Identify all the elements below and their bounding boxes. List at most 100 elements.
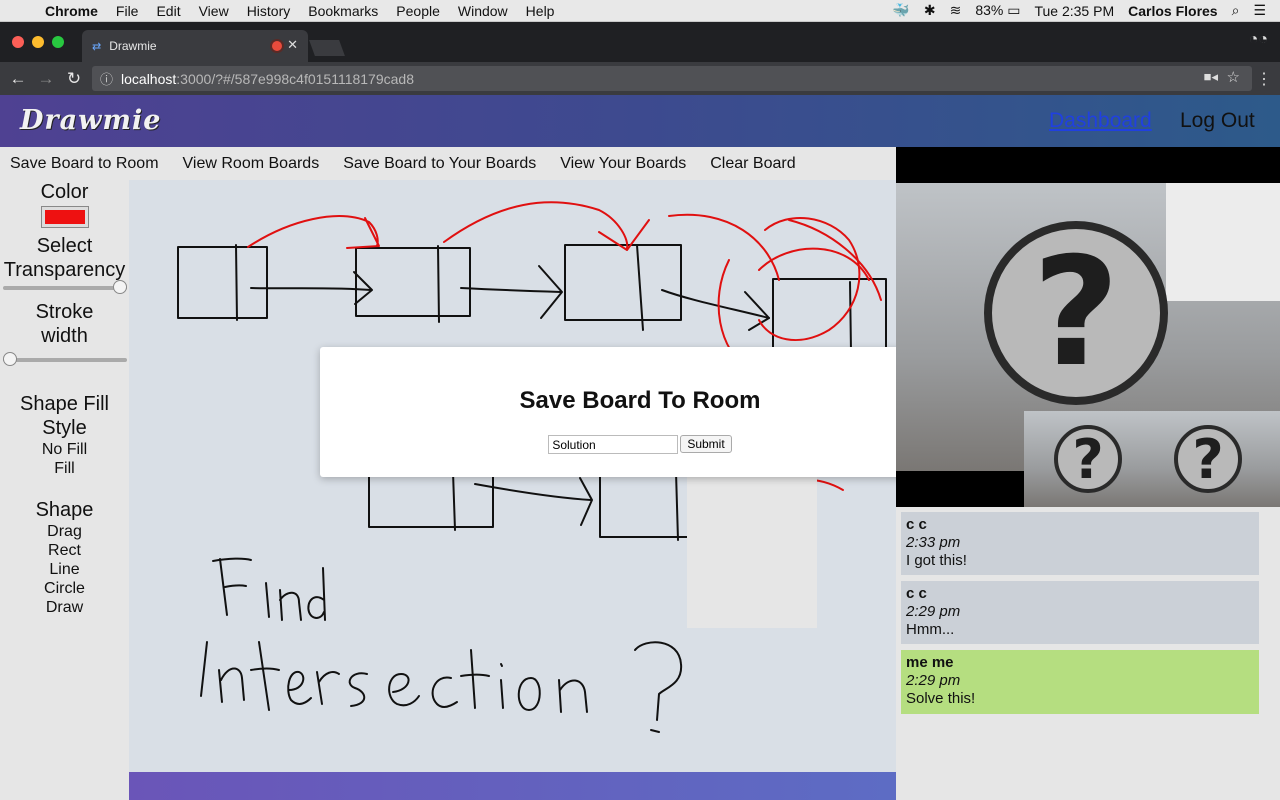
submit-button[interactable]: Submit xyxy=(680,435,732,453)
app-header: Drawmie Dashboard Log Out xyxy=(0,95,1280,147)
shape-option-draw[interactable]: Draw xyxy=(0,598,129,617)
menu-bookmarks[interactable]: Bookmarks xyxy=(299,3,387,19)
menu-view[interactable]: View xyxy=(190,3,238,19)
message-text: I got this! xyxy=(906,552,967,569)
bluetooth-icon[interactable]: ✱ xyxy=(924,2,936,19)
star-icon[interactable]: ☆ xyxy=(1227,68,1240,86)
transparency-slider[interactable] xyxy=(3,280,127,294)
incognito-icon: ◔◔ xyxy=(1248,31,1268,48)
unknown-user-avatar-icon: ? xyxy=(984,221,1168,405)
save-board-modal: Save Board To Room Submit xyxy=(320,347,960,477)
url-path: :3000/?#/587e998c4f0151118179cad8 xyxy=(176,70,414,87)
message-author: c c xyxy=(906,516,927,533)
message-time: 2:29 pm xyxy=(906,672,961,689)
new-tab-button[interactable] xyxy=(309,40,345,56)
menu-app[interactable]: Chrome xyxy=(36,3,107,19)
peer-video-feed-1: ? xyxy=(1024,411,1152,507)
transparency-title-2: Transparency xyxy=(3,259,126,281)
video-gap xyxy=(896,471,1024,507)
battery-percent: 83% xyxy=(975,2,1004,18)
menu-list-icon[interactable]: ☰ xyxy=(1253,2,1266,19)
os-menubar: Chrome File Edit View History Bookmarks … xyxy=(0,0,1280,22)
chat-message: c c 2:29 pm Hmm... xyxy=(901,581,1259,644)
stroke-title-1: Stroke xyxy=(35,301,94,323)
fill-option-fill[interactable]: Fill xyxy=(0,459,129,478)
message-time: 2:33 pm xyxy=(906,534,961,551)
menu-help[interactable]: Help xyxy=(517,3,564,19)
save-board-to-your-boards-button[interactable]: Save Board to Your Boards xyxy=(333,155,536,173)
camera-icon[interactable]: ■◂ xyxy=(1204,69,1218,85)
clock[interactable]: Tue 2:35 PM xyxy=(1034,3,1114,19)
message-text: Solve this! xyxy=(906,690,976,707)
logout-button[interactable]: Log Out xyxy=(1180,109,1255,133)
recording-icon xyxy=(272,41,282,51)
reload-icon[interactable]: ↻ xyxy=(60,69,88,89)
fill-option-no-fill[interactable]: No Fill xyxy=(0,440,129,459)
stroke-title-2: width xyxy=(41,325,88,347)
menu-edit[interactable]: Edit xyxy=(147,3,189,19)
view-your-boards-button[interactable]: View Your Boards xyxy=(550,155,686,173)
view-room-boards-button[interactable]: View Room Boards xyxy=(173,155,320,173)
address-bar[interactable]: ⓘ localhost :3000/?#/587e998c4f015111817… xyxy=(92,66,1252,91)
shape-option-drag[interactable]: Drag xyxy=(0,522,129,541)
back-arrow-icon[interactable]: ← xyxy=(4,69,32,89)
unknown-user-avatar-icon: ? xyxy=(1174,425,1242,493)
app-logo[interactable]: Drawmie xyxy=(20,105,161,136)
message-time: 2:29 pm xyxy=(906,603,961,620)
menu-window[interactable]: Window xyxy=(449,3,517,19)
url-host: localhost xyxy=(121,70,177,87)
drawing-canvas[interactable] xyxy=(129,180,896,780)
chat-panel: c c 2:33 pm I got this! c c 2:29 pm Hmm.… xyxy=(896,507,1280,800)
battery-status[interactable]: 83% ▭ xyxy=(975,2,1020,19)
shape-title: Shape xyxy=(35,499,94,521)
video-top-bar xyxy=(896,147,1280,183)
board-toolbar: Save Board to Room View Room Boards Save… xyxy=(0,147,896,180)
zoom-window-button[interactable] xyxy=(52,36,64,48)
fill-title-1: Shape Fill xyxy=(20,393,109,415)
modal-title: Save Board To Room xyxy=(519,387,761,414)
menu-file[interactable]: File xyxy=(107,3,148,19)
board-name-input[interactable] xyxy=(548,435,679,454)
favicon-icon: ⇄ xyxy=(92,40,102,53)
peer-video-feed-2: ? xyxy=(1152,411,1280,507)
stroke-width-slider[interactable] xyxy=(3,352,127,366)
shape-option-rect[interactable]: Rect xyxy=(0,541,129,560)
search-icon[interactable]: ⌕ xyxy=(1232,2,1240,19)
minimize-window-button[interactable] xyxy=(32,36,44,48)
forward-arrow-icon[interactable]: → xyxy=(32,69,60,89)
stroke-width-slider-handle[interactable] xyxy=(3,352,17,366)
message-author: c c xyxy=(906,585,927,602)
tools-panel: Color Select Transparency Stroke width S… xyxy=(0,180,129,800)
canvas-erased-area xyxy=(687,460,817,628)
chat-message-mine: me me 2:29 pm Solve this! xyxy=(901,650,1259,714)
save-board-to-room-button[interactable]: Save Board to Room xyxy=(0,155,159,173)
tab-strip: ⇄ Drawmie ✕ ◔◔ xyxy=(0,22,1280,62)
menu-people[interactable]: People xyxy=(387,3,449,19)
tab-title: Drawmie xyxy=(109,39,157,53)
tab-drawmie[interactable]: ⇄ Drawmie ✕ xyxy=(82,30,308,62)
transparency-slider-handle[interactable] xyxy=(113,280,127,294)
ceiling-light xyxy=(1166,183,1280,301)
browser-toolbar: ← → ↻ ⓘ localhost :3000/?#/587e998c4f015… xyxy=(0,62,1280,95)
docker-icon[interactable]: 🐳 xyxy=(892,2,909,19)
clear-board-button[interactable]: Clear Board xyxy=(700,155,795,173)
menu-history[interactable]: History xyxy=(238,3,300,19)
message-text: Hmm... xyxy=(906,621,955,638)
dashboard-link[interactable]: Dashboard xyxy=(1049,109,1152,133)
close-window-button[interactable] xyxy=(12,36,24,48)
user-name[interactable]: Carlos Flores xyxy=(1128,3,1217,19)
modal-form: Submit xyxy=(320,435,960,454)
wifi-icon[interactable]: ≋ xyxy=(950,2,962,19)
message-author: me me xyxy=(906,654,954,671)
canvas-drawing xyxy=(177,201,887,733)
color-picker[interactable] xyxy=(40,206,89,228)
color-swatch xyxy=(44,210,85,224)
shape-option-line[interactable]: Line xyxy=(0,560,129,579)
transparency-title-1: Select xyxy=(36,235,93,257)
color-title: Color xyxy=(40,181,89,203)
kebab-menu-icon[interactable]: ⋮ xyxy=(1256,69,1272,89)
info-icon[interactable]: ⓘ xyxy=(100,69,113,88)
bottom-strip xyxy=(129,772,896,800)
close-tab-icon[interactable]: ✕ xyxy=(287,37,298,53)
shape-option-circle[interactable]: Circle xyxy=(0,579,129,598)
